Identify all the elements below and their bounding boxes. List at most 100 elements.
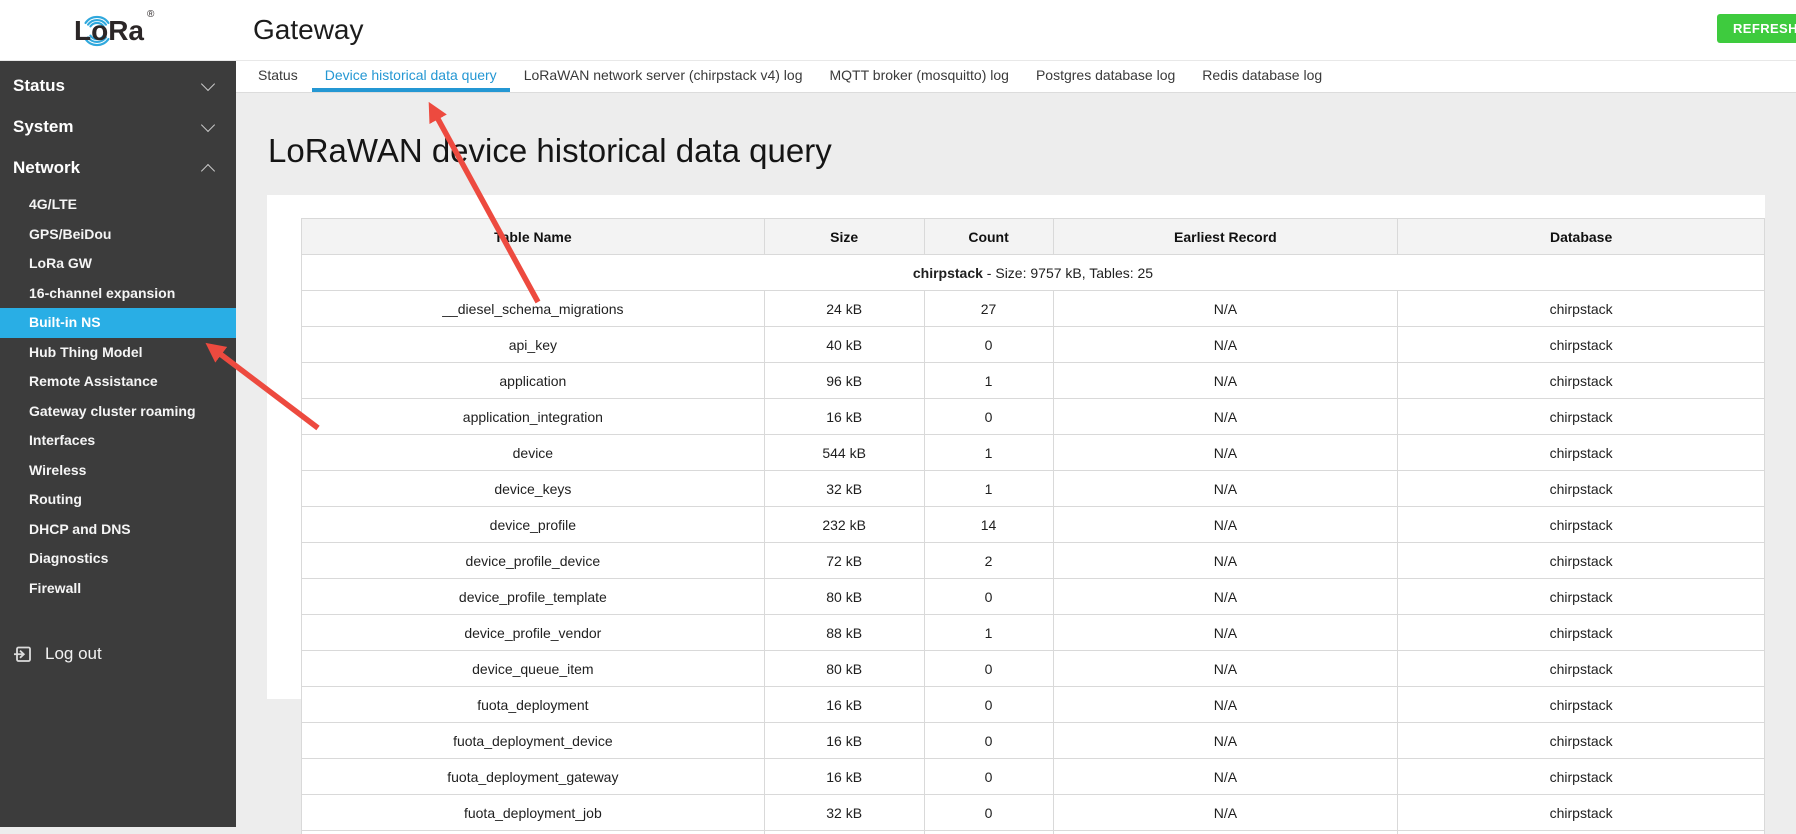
cell: device_profile <box>302 507 765 543</box>
cell: 1 <box>924 363 1053 399</box>
tab-postgres-database-log[interactable]: Postgres database log <box>1023 60 1188 92</box>
cell: fuota_deployment_job <box>302 795 765 831</box>
cell: N/A <box>1053 759 1398 795</box>
cell: __diesel_schema_migrations <box>302 291 765 327</box>
table-row: fuota_deployment16 kB0N/Achirpstack <box>302 687 1765 723</box>
main-content: StatusDevice historical data queryLoRaWA… <box>236 60 1796 834</box>
tab-mqtt-broker-mosquitto-log[interactable]: MQTT broker (mosquitto) log <box>816 60 1021 92</box>
cell: 88 kB <box>764 615 924 651</box>
cell: chirpstack <box>1398 723 1765 759</box>
table-row: fuota_deployment_job32 kB0N/Achirpstack <box>302 795 1765 831</box>
table-row: fuota_deployment_gateway16 kB0N/Achirpst… <box>302 759 1765 795</box>
page-header-title: Gateway <box>253 14 364 46</box>
cell: 16 kB <box>764 399 924 435</box>
cell: N/A <box>1053 363 1398 399</box>
table-row: fuota_deployment_device16 kB0N/Achirpsta… <box>302 723 1765 759</box>
table-row: device_queue_item80 kB0N/Achirpstack <box>302 651 1765 687</box>
cell: N/A <box>1053 795 1398 831</box>
sidebar-item-routing[interactable]: Routing <box>0 485 236 515</box>
tab-redis-database-log[interactable]: Redis database log <box>1189 60 1335 92</box>
sidebar-item-firewall[interactable]: Firewall <box>0 574 236 604</box>
chevron-down-icon <box>201 117 215 131</box>
cell: N/A <box>1053 471 1398 507</box>
sidebar-item-built-in-ns[interactable]: Built-in NS <box>0 308 236 338</box>
cell: 0 <box>924 687 1053 723</box>
tab-device-historical-data-query[interactable]: Device historical data query <box>312 60 510 92</box>
cell: 224 kB <box>764 831 924 834</box>
tab-lorawan-network-server-chirpstack-v4-log[interactable]: LoRaWAN network server (chirpstack v4) l… <box>511 60 816 92</box>
database-group-row: chirpstack - Size: 9757 kB, Tables: 25 <box>302 255 1765 291</box>
cell: 2 <box>924 543 1053 579</box>
sidebar-item-dhcp-and-dns[interactable]: DHCP and DNS <box>0 515 236 545</box>
gateway-admin-screen: LoRa ® Gateway REFRESHING Status System … <box>0 0 1796 834</box>
cell: N/A <box>1053 579 1398 615</box>
cell: 232 kB <box>764 507 924 543</box>
sidebar: Status System Network 4G/LTEGPS/BeiDouLo… <box>0 60 236 827</box>
cell: 1 <box>924 471 1053 507</box>
sidebar-item-4g-lte[interactable]: 4G/LTE <box>0 190 236 220</box>
cell: chirpstack <box>1398 471 1765 507</box>
sidebar-item-gateway-cluster-roaming[interactable]: Gateway cluster roaming <box>0 397 236 427</box>
database-tables-table: Table Name Size Count Earliest Record Da… <box>301 218 1765 834</box>
cell: 80 kB <box>764 579 924 615</box>
cell: 96 kB <box>764 363 924 399</box>
cell: 0 <box>924 327 1053 363</box>
refresh-button[interactable]: REFRESHING <box>1717 14 1796 43</box>
column-header-table-name: Table Name <box>302 219 765 255</box>
lora-logo-icon: LoRa ® <box>60 3 170 57</box>
column-header-size: Size <box>764 219 924 255</box>
cell: N/A <box>1053 615 1398 651</box>
cell: 40 kB <box>764 327 924 363</box>
table-row: device544 kB1N/Achirpstack <box>302 435 1765 471</box>
table-row: application_integration16 kB0N/Achirpsta… <box>302 399 1765 435</box>
cell: N/A <box>1053 327 1398 363</box>
cell: N/A <box>1053 507 1398 543</box>
chevron-down-icon <box>201 76 215 90</box>
logout-button[interactable]: Log out <box>13 644 102 664</box>
table-row: device_profile_template80 kB0N/Achirpsta… <box>302 579 1765 615</box>
table-row: device_profile232 kB14N/Achirpstack <box>302 507 1765 543</box>
cell: N/A <box>1053 831 1398 834</box>
cell: chirpstack <box>1398 543 1765 579</box>
sidebar-item-wireless[interactable]: Wireless <box>0 456 236 486</box>
cell: fuota_deployment_device <box>302 723 765 759</box>
cell: N/A <box>1053 651 1398 687</box>
sidebar-item-hub-thing-model[interactable]: Hub Thing Model <box>0 338 236 368</box>
cell: 0 <box>924 651 1053 687</box>
sidebar-item-lora-gw[interactable]: LoRa GW <box>0 249 236 279</box>
cell: 0 <box>924 795 1053 831</box>
cell: 80 kB <box>764 651 924 687</box>
sidebar-item-interfaces[interactable]: Interfaces <box>0 426 236 456</box>
cell: device_profile_template <box>302 579 765 615</box>
sidebar-item-gps-beidou[interactable]: GPS/BeiDou <box>0 220 236 250</box>
cell: 0 <box>924 759 1053 795</box>
sidebar-item-16-channel-expansion[interactable]: 16-channel expansion <box>0 279 236 309</box>
cell: 16 kB <box>764 687 924 723</box>
sidebar-item-diagnostics[interactable]: Diagnostics <box>0 544 236 574</box>
cell: application_integration <box>302 399 765 435</box>
cell: device_keys <box>302 471 765 507</box>
column-header-database: Database <box>1398 219 1765 255</box>
database-group-summary: chirpstack - Size: 9757 kB, Tables: 25 <box>302 255 1765 291</box>
network-submenu: 4G/LTEGPS/BeiDouLoRa GW16-channel expans… <box>0 190 236 603</box>
sidebar-sections: Status System Network <box>0 60 236 188</box>
cell: device <box>302 435 765 471</box>
cell: chirpstack <box>1398 399 1765 435</box>
column-header-count: Count <box>924 219 1053 255</box>
sidebar-item-remote-assistance[interactable]: Remote Assistance <box>0 367 236 397</box>
chevron-up-icon <box>201 163 215 177</box>
cell: fuota_deployment_gateway <box>302 759 765 795</box>
tab-status[interactable]: Status <box>245 60 311 92</box>
cell: N/A <box>1053 687 1398 723</box>
cell: 32 kB <box>764 471 924 507</box>
sidebar-section-status[interactable]: Status <box>0 65 236 106</box>
table-row: device_keys32 kB1N/Achirpstack <box>302 471 1765 507</box>
cell: chirpstack <box>1398 615 1765 651</box>
cell: 16 kB <box>764 759 924 795</box>
cell: 32 kB <box>764 795 924 831</box>
sidebar-section-system[interactable]: System <box>0 106 236 147</box>
cell: 24 kB <box>764 291 924 327</box>
cell: api_key <box>302 327 765 363</box>
cell: 14 <box>924 507 1053 543</box>
sidebar-section-network[interactable]: Network <box>0 147 236 188</box>
